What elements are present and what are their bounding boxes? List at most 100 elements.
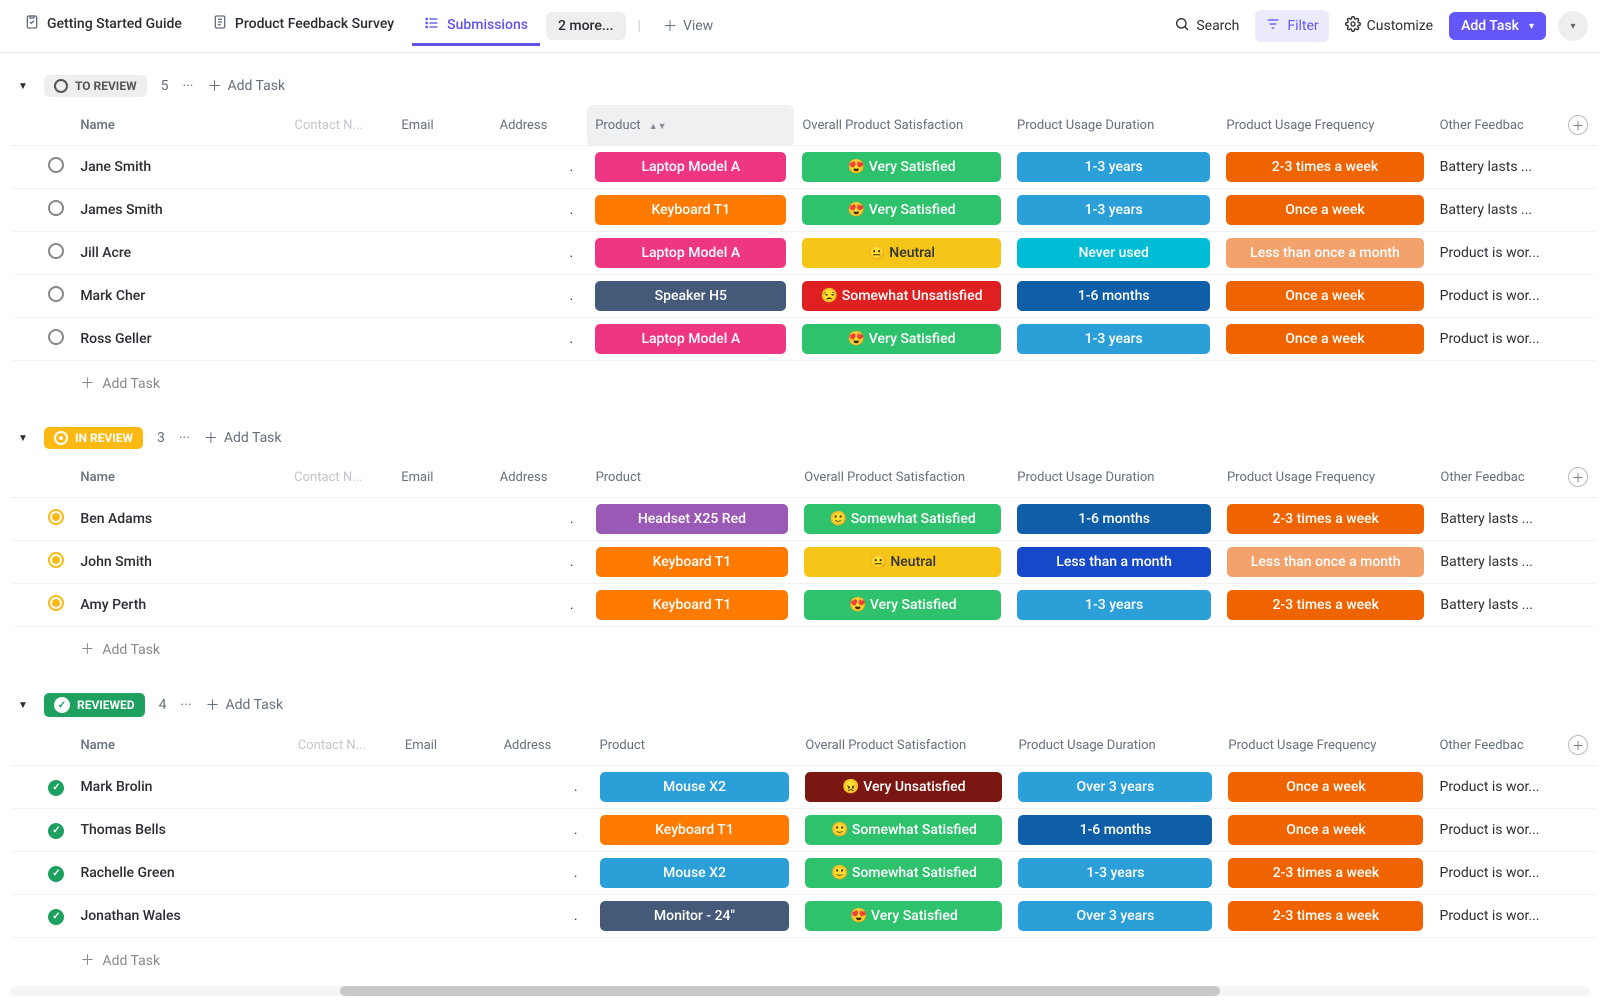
task-name[interactable]: Jonathan Wales [72, 895, 289, 938]
col-address[interactable]: Address [492, 105, 588, 146]
status-ring-icon[interactable] [48, 286, 64, 302]
col-duration[interactable]: Product Usage Duration [1010, 725, 1220, 766]
add-column-button[interactable]: ＋ [1568, 467, 1588, 487]
pill-value[interactable]: 1-3 years [1017, 324, 1210, 354]
col-frequency[interactable]: Product Usage Frequency [1218, 105, 1431, 146]
cell-address[interactable]: . [492, 498, 588, 541]
group-add-task[interactable]: ＋Add Task [207, 76, 285, 96]
col-email[interactable]: Email [393, 457, 492, 498]
col-product[interactable]: Product [588, 457, 797, 498]
status-badge[interactable]: ✓ REVIEWED [44, 693, 145, 717]
cell-feedback[interactable]: Product is wor... [1431, 852, 1559, 895]
pill-value[interactable]: 🙂 Somewhat Satisfied [805, 815, 1002, 845]
group-add-task[interactable]: ＋Add Task [205, 695, 283, 715]
tab-product-feedback[interactable]: Product Feedback Survey [200, 6, 406, 46]
add-view-button[interactable]: ＋ View [653, 10, 723, 42]
pill-value[interactable]: Keyboard T1 [595, 195, 786, 225]
add-column-button[interactable]: ＋ [1568, 735, 1588, 755]
task-name[interactable]: Rachelle Green [72, 852, 289, 895]
col-email[interactable]: Email [397, 725, 496, 766]
col-frequency[interactable]: Product Usage Frequency [1220, 725, 1431, 766]
cell-address[interactable]: . [492, 275, 588, 318]
more-tabs[interactable]: 2 more... [546, 12, 626, 40]
cell-address[interactable]: . [496, 852, 592, 895]
status-ring-icon[interactable] [48, 509, 64, 525]
pill-value[interactable]: 😠 Very Unsatisfied [805, 772, 1002, 802]
col-name[interactable]: Name [72, 725, 289, 766]
task-name[interactable]: Jill Acre [72, 232, 286, 275]
pill-value[interactable]: Headset X25 Red [596, 504, 789, 534]
cell-feedback[interactable]: Battery lasts ... [1432, 498, 1560, 541]
pill-value[interactable]: 1-3 years [1017, 590, 1211, 620]
pill-value[interactable]: 1-3 years [1017, 195, 1210, 225]
cell-feedback[interactable]: Product is wor... [1431, 766, 1559, 809]
cell-address[interactable]: . [496, 766, 592, 809]
status-ring-icon[interactable] [48, 243, 64, 259]
add-task-row[interactable]: ＋Add Task [12, 361, 1596, 406]
pill-value[interactable]: Mouse X2 [600, 772, 790, 802]
status-ring-icon[interactable] [48, 552, 64, 568]
status-check-icon[interactable]: ✓ [48, 866, 64, 882]
search-button[interactable]: Search [1164, 10, 1249, 42]
col-duration[interactable]: Product Usage Duration [1009, 105, 1218, 146]
pill-value[interactable]: 2-3 times a week [1226, 152, 1423, 182]
table-row[interactable]: ✓ Thomas Bells . Keyboard T1 🙂 Somewhat … [12, 809, 1596, 852]
group-more-menu[interactable]: ··· [182, 78, 193, 94]
add-task-primary-button[interactable]: Add Task ▾ [1449, 12, 1546, 40]
pill-value[interactable]: Keyboard T1 [596, 590, 789, 620]
pill-value[interactable]: 😐 Neutral [804, 547, 1001, 577]
table-row[interactable]: Ben Adams . Headset X25 Red 🙂 Somewhat S… [12, 498, 1596, 541]
tab-submissions[interactable]: Submissions [412, 7, 540, 46]
pill-value[interactable]: Once a week [1226, 281, 1423, 311]
pill-value[interactable]: 😍 Very Satisfied [802, 195, 1001, 225]
pill-value[interactable]: Less than once a month [1226, 238, 1423, 268]
table-row[interactable]: ✓ Mark Brolin . Mouse X2 😠 Very Unsatisf… [12, 766, 1596, 809]
panel-toggle-button[interactable]: ▾ [1558, 11, 1588, 41]
pill-value[interactable]: 1-3 years [1017, 152, 1210, 182]
task-name[interactable]: John Smith [72, 541, 286, 584]
col-address[interactable]: Address [492, 457, 588, 498]
add-task-row[interactable]: ＋Add Task [12, 938, 1596, 983]
cell-feedback[interactable]: Battery lasts ... [1432, 146, 1560, 189]
col-duration[interactable]: Product Usage Duration [1009, 457, 1219, 498]
cell-address[interactable]: . [496, 809, 592, 852]
cell-address[interactable]: . [492, 232, 588, 275]
add-column-button[interactable]: ＋ [1568, 115, 1588, 135]
task-name[interactable]: James Smith [72, 189, 286, 232]
table-row[interactable]: Ross Geller . Laptop Model A 😍 Very Sati… [12, 318, 1596, 361]
pill-value[interactable]: 2-3 times a week [1228, 901, 1423, 931]
pill-value[interactable]: Laptop Model A [595, 324, 786, 354]
col-feedback[interactable]: Other Feedbac [1432, 457, 1560, 498]
add-task-row[interactable]: ＋Add Task [12, 627, 1596, 672]
task-name[interactable]: Mark Brolin [72, 766, 289, 809]
col-name[interactable]: Name [72, 105, 286, 146]
task-name[interactable]: Amy Perth [72, 584, 286, 627]
col-address[interactable]: Address [496, 725, 592, 766]
pill-value[interactable]: 2-3 times a week [1228, 858, 1423, 888]
pill-value[interactable]: 😍 Very Satisfied [804, 590, 1001, 620]
col-satisfaction[interactable]: Overall Product Satisfaction [794, 105, 1009, 146]
pill-value[interactable]: Over 3 years [1018, 901, 1212, 931]
pill-value[interactable]: Laptop Model A [595, 238, 786, 268]
table-row[interactable]: John Smith . Keyboard T1 😐 Neutral Less … [12, 541, 1596, 584]
col-satisfaction[interactable]: Overall Product Satisfaction [796, 457, 1009, 498]
scrollbar-thumb[interactable] [340, 986, 1220, 996]
table-row[interactable]: Jill Acre . Laptop Model A 😐 Neutral Nev… [12, 232, 1596, 275]
cell-address[interactable]: . [492, 318, 588, 361]
collapse-toggle[interactable]: ▼ [16, 81, 30, 92]
cell-feedback[interactable]: Product is wor... [1432, 318, 1560, 361]
status-ring-icon[interactable] [48, 595, 64, 611]
horizontal-scrollbar[interactable] [10, 986, 1590, 996]
pill-value[interactable]: 1-6 months [1017, 281, 1210, 311]
col-frequency[interactable]: Product Usage Frequency [1219, 457, 1432, 498]
pill-value[interactable]: Monitor - 24" [600, 901, 790, 931]
pill-value[interactable]: 1-6 months [1017, 504, 1211, 534]
task-name[interactable]: Jane Smith [72, 146, 286, 189]
collapse-toggle[interactable]: ▼ [16, 700, 30, 711]
pill-value[interactable]: 🙂 Somewhat Satisfied [804, 504, 1001, 534]
tab-getting-started[interactable]: Getting Started Guide [12, 6, 194, 46]
pill-value[interactable]: Over 3 years [1018, 772, 1212, 802]
task-name[interactable]: Ross Geller [72, 318, 286, 361]
table-row[interactable]: ✓ Jonathan Wales . Monitor - 24" 😍 Very … [12, 895, 1596, 938]
pill-value[interactable]: 😍 Very Satisfied [805, 901, 1002, 931]
